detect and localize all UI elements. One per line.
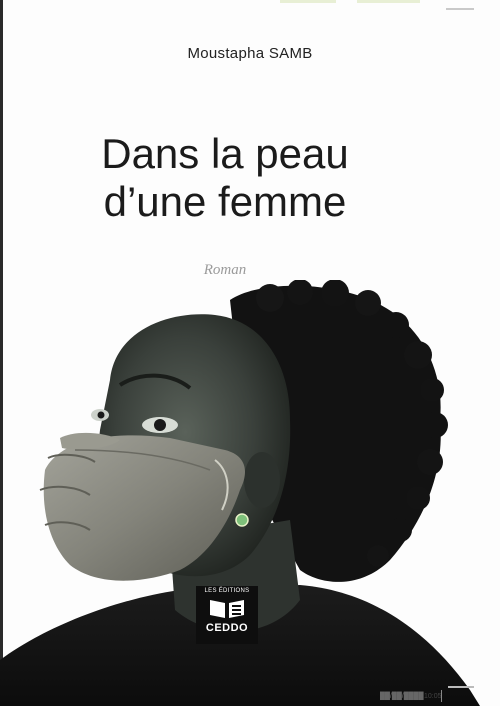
earring-icon	[235, 513, 249, 527]
eye-right-pupil	[154, 419, 166, 431]
author-name: Moustapha SAMB	[187, 45, 313, 62]
book-title: Dans la peau d’une femme	[0, 130, 450, 226]
publisher-name: CEDDO	[205, 622, 249, 634]
ear-shape	[244, 452, 280, 508]
genre-label: Roman	[203, 262, 247, 278]
top-crop-marks	[280, 0, 420, 3]
publisher-small-label: LES ÉDITIONS	[204, 588, 250, 594]
print-code: ██/██/████	[380, 693, 424, 700]
publisher-book-icon	[210, 600, 244, 618]
top-right-crop-mark	[446, 8, 474, 10]
print-divider	[441, 690, 442, 702]
cover-illustration	[0, 280, 480, 706]
bottom-right-crop-mark	[448, 686, 474, 688]
print-time: 10:05	[424, 693, 442, 700]
eye-left-pupil	[97, 411, 105, 419]
publisher-logo-block: LES ÉDITIONS CEDDO	[196, 588, 258, 634]
book-cover: Moustapha SAMB Dans la peau d’une femme …	[0, 0, 500, 706]
title-line-2: d’une femme	[103, 178, 347, 225]
title-line-1: Dans la peau	[101, 130, 349, 177]
